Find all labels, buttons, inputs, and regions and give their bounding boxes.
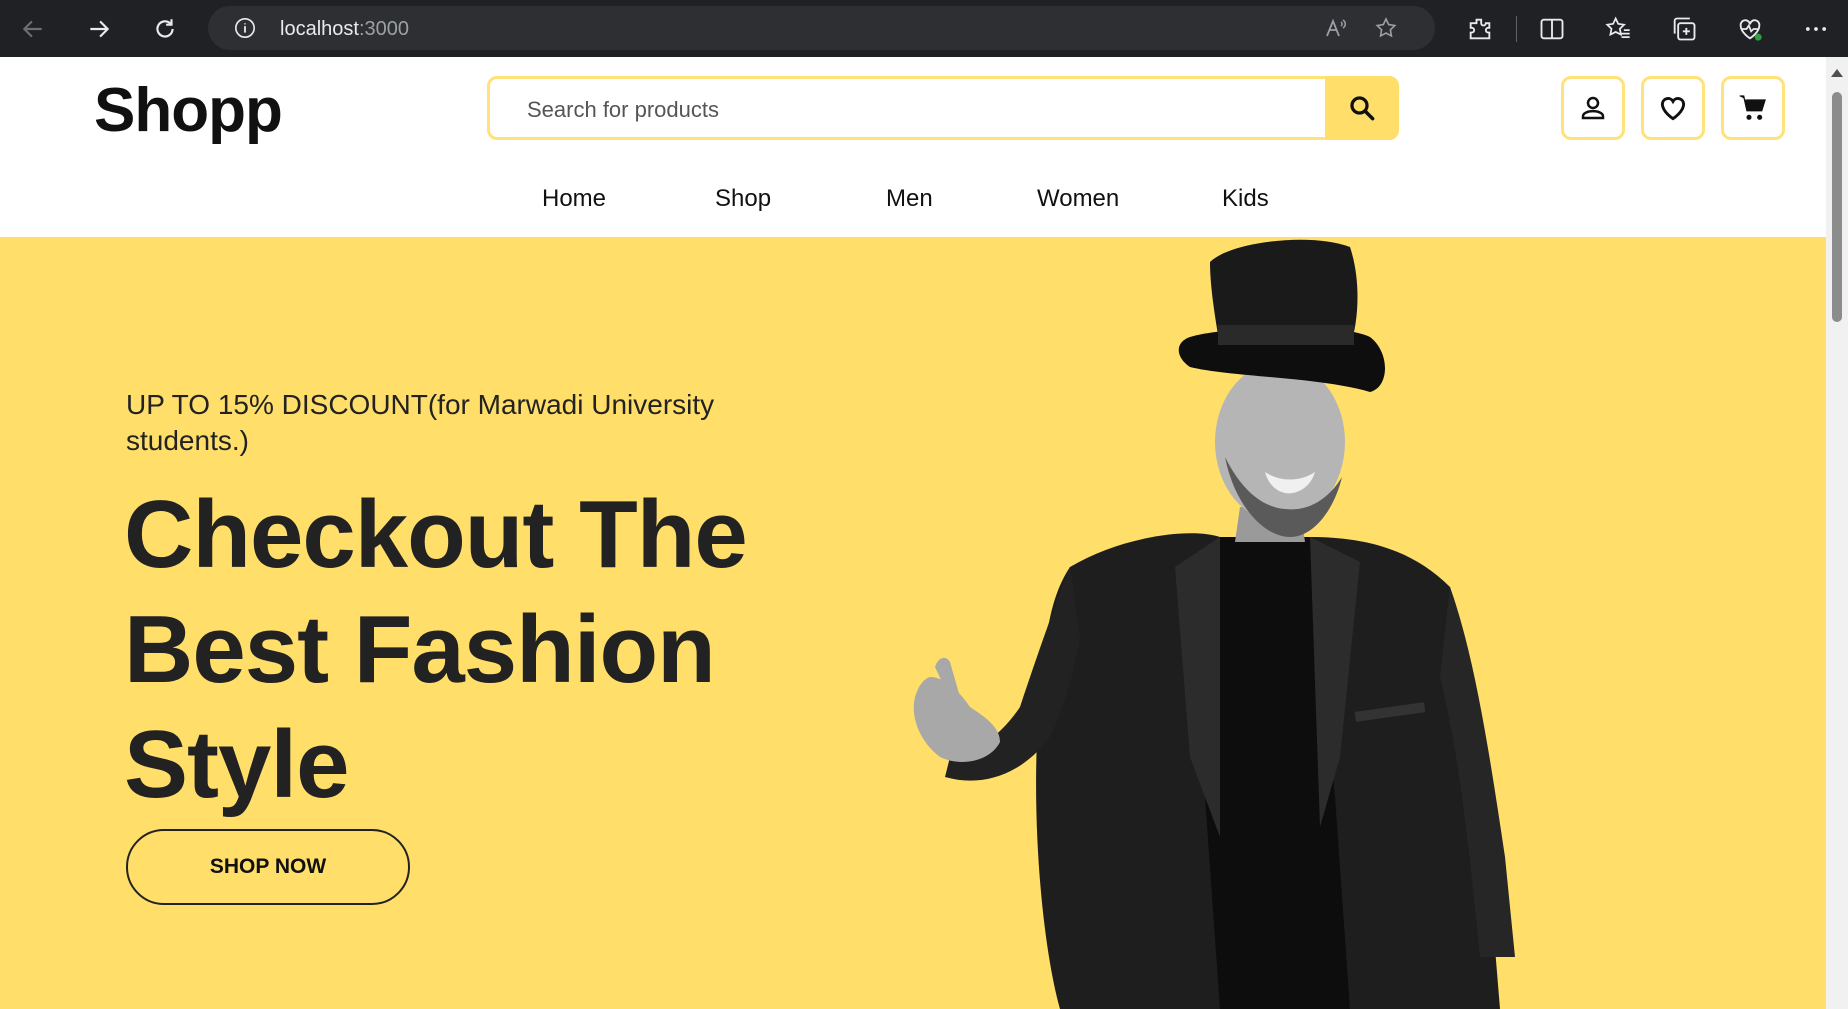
browser-toolbar: localhost:3000	[0, 0, 1848, 57]
account-button[interactable]	[1561, 76, 1625, 140]
site-header: Shopp Home Shop Men Women Kids	[0, 57, 1826, 237]
favorites-icon[interactable]	[1604, 15, 1632, 43]
heart-icon	[1660, 97, 1686, 121]
reload-button[interactable]	[148, 12, 182, 46]
collections-icon[interactable]	[1670, 15, 1698, 43]
scrollbar-thumb[interactable]	[1832, 92, 1842, 322]
user-icon	[1581, 96, 1605, 120]
search-bar	[487, 76, 1399, 140]
page-scrollbar[interactable]	[1826, 57, 1848, 1009]
split-screen-icon[interactable]	[1538, 15, 1566, 43]
address-bar[interactable]: localhost:3000	[208, 6, 1435, 50]
wishlist-button[interactable]	[1641, 76, 1705, 140]
site-logo[interactable]: Shopp	[94, 75, 283, 146]
nav-women[interactable]: Women	[1037, 185, 1119, 213]
search-input[interactable]	[525, 93, 1309, 127]
forward-button[interactable]	[82, 12, 116, 46]
reload-icon	[156, 19, 174, 38]
cart-icon	[1739, 95, 1766, 120]
nav-kids[interactable]: Kids	[1222, 185, 1269, 213]
toolbar-separator	[1516, 16, 1517, 42]
promo-text: UP TO 15% DISCOUNT(for Marwadi Universit…	[126, 389, 715, 456]
shop-now-button[interactable]: SHOP NOW	[126, 829, 410, 905]
nav-home[interactable]: Home	[542, 185, 606, 213]
favorite-star-icon[interactable]	[1374, 16, 1398, 40]
info-icon[interactable]	[234, 17, 256, 39]
arrow-right-icon	[90, 20, 110, 38]
url-text[interactable]: localhost:3000	[280, 18, 409, 41]
search-button[interactable]	[1325, 76, 1399, 140]
cart-button[interactable]	[1721, 76, 1785, 140]
nav-shop[interactable]: Shop	[715, 185, 771, 213]
hero-headline: Checkout The Best Fashion Style	[124, 481, 748, 818]
more-options-icon[interactable]	[1802, 15, 1830, 43]
scroll-up-arrow[interactable]	[1831, 69, 1843, 77]
fashion-model-image	[913, 239, 1515, 1009]
back-button[interactable]	[16, 12, 50, 46]
hero-banner: UP TO 15% DISCOUNT(for Marwadi Universit…	[0, 237, 1826, 1009]
extensions-icon[interactable]	[1466, 15, 1494, 43]
read-aloud-icon[interactable]	[1324, 16, 1348, 40]
arrow-left-icon	[22, 20, 42, 38]
webpage: Shopp Home Shop Men Women Kids UP TO 15%…	[0, 57, 1826, 1009]
nav-men[interactable]: Men	[886, 185, 933, 213]
browser-essentials-icon[interactable]	[1736, 15, 1764, 43]
search-icon	[1350, 96, 1375, 121]
